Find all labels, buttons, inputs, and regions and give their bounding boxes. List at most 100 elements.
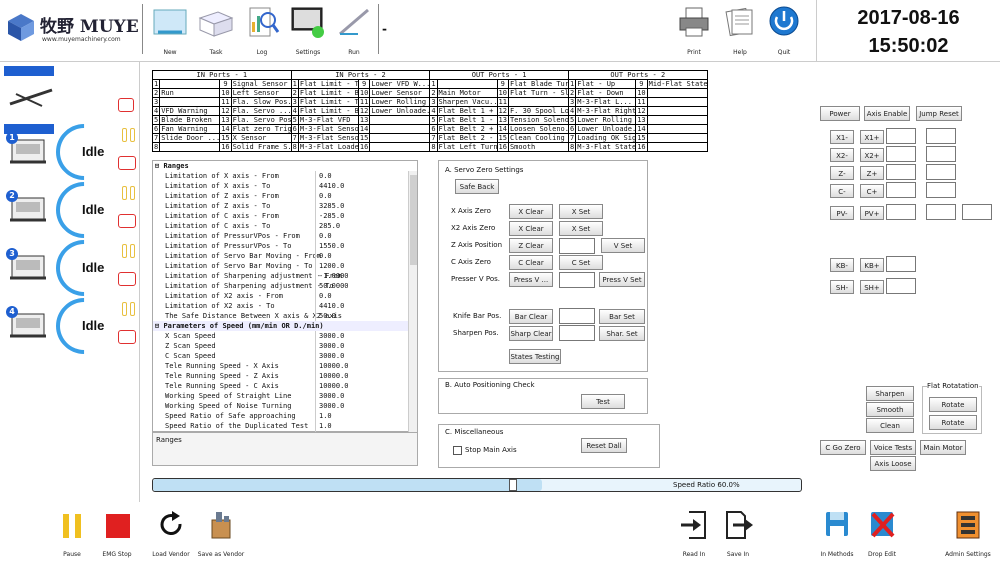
emergency-stop-button[interactable]: EMG Stop	[98, 508, 136, 560]
jog-position-field[interactable]	[886, 204, 916, 220]
parameter-value[interactable]: 3000.0	[315, 391, 395, 401]
jog-button[interactable]: X1-	[830, 130, 854, 144]
power-button[interactable]: Power	[820, 106, 860, 121]
jog-position-field[interactable]	[886, 128, 916, 144]
help-button[interactable]: Help	[716, 4, 764, 56]
parameter-value[interactable]: 3000.0	[315, 341, 395, 351]
parameter-value[interactable]: 3000.0	[315, 401, 395, 411]
print-button[interactable]: Print	[670, 4, 718, 56]
parameter-value[interactable]: 10000.0	[315, 381, 395, 391]
parameter-row[interactable]: X Scan Speed 3000.0	[153, 331, 417, 341]
scrollbar-thumb[interactable]	[410, 175, 417, 265]
rotate-button[interactable]: Rotate	[929, 397, 977, 412]
z-position-field[interactable]	[559, 238, 595, 254]
axis-loose-button[interactable]: Axis Loose	[870, 456, 916, 471]
axis-4-status[interactable]: 4 Idle	[4, 286, 138, 366]
parameter-row[interactable]: Limitation of X2 axis - From 0.0	[153, 291, 417, 301]
parameter-value[interactable]: 285.0	[315, 221, 395, 231]
save-in-button[interactable]: Save In	[718, 508, 758, 560]
parameter-value[interactable]: 1550.0	[315, 241, 395, 251]
presser-position-field[interactable]	[559, 272, 595, 288]
parameter-value[interactable]: 10000.0	[315, 371, 395, 381]
main-motor-button[interactable]: Main Motor	[920, 440, 966, 455]
jog-button[interactable]: Z+	[860, 166, 884, 180]
sharpen-button[interactable]: Sharpen	[866, 386, 914, 401]
axis-3-status[interactable]: 3 Idle	[4, 228, 138, 308]
c-clear-button[interactable]: C Clear	[509, 255, 553, 270]
bar-clear-button[interactable]: Bar Clear	[509, 309, 553, 324]
drop-edit-button[interactable]: Drop Edit	[860, 508, 904, 560]
v-set-button[interactable]: V Set	[601, 238, 645, 253]
c-set-button[interactable]: C Set	[559, 255, 603, 270]
parameter-value[interactable]: 3000.0	[315, 331, 395, 341]
jog-button[interactable]: KB+	[860, 258, 884, 272]
x2-set-button[interactable]: X Set	[559, 221, 603, 236]
parameter-row[interactable]: Limitation of PressurVPos - From 0.0	[153, 231, 417, 241]
x2-clear-button[interactable]: X Clear	[509, 221, 553, 236]
jog-position-field[interactable]	[926, 182, 956, 198]
parameter-row[interactable]: Speed Ratio of the Duplicated Test 1.0	[153, 421, 417, 431]
jog-position-field[interactable]	[886, 146, 916, 162]
settings-button[interactable]: Settings	[284, 4, 332, 56]
parameter-value[interactable]: 1.0	[315, 411, 395, 421]
jog-button[interactable]: X1+	[860, 130, 884, 144]
parameter-row[interactable]: Tele Running Speed - Z Axis 10000.0	[153, 371, 417, 381]
parameter-value[interactable]: 0.0	[315, 291, 395, 301]
sharp-clear-button[interactable]: Sharp Clear	[509, 326, 553, 341]
parameter-row[interactable]: Speed Ratio of Safe approaching 1.0	[153, 411, 417, 421]
parameter-value[interactable]: 0.0	[315, 191, 395, 201]
save-vendor-button[interactable]: Save as Vendor	[196, 508, 246, 560]
parameter-row[interactable]: Limitation of X axis - From 0.0	[153, 171, 417, 181]
quit-button[interactable]: Quit	[760, 4, 808, 56]
parameter-row[interactable]: Tele Running Speed - X Axis 10000.0	[153, 361, 417, 371]
test-button[interactable]: Test	[581, 394, 625, 409]
jog-button[interactable]: X2-	[830, 148, 854, 162]
parameter-row[interactable]: Working Speed of Noise Turning 3000.0	[153, 401, 417, 411]
jog-position-field[interactable]	[962, 204, 992, 220]
log-button[interactable]: Log	[238, 4, 286, 56]
smooth-button[interactable]: Smooth	[866, 402, 914, 417]
parameter-row[interactable]: Limitation of Sharpening adjustment - Fr…	[153, 271, 417, 281]
task-button[interactable]: Task	[192, 4, 240, 56]
parameter-value[interactable]: -1.0000	[315, 271, 395, 281]
parameter-row[interactable]: Limitation of X2 axis - To 4410.0	[153, 301, 417, 311]
parameter-value[interactable]: 4410.0	[315, 181, 395, 191]
speed-ratio-bar[interactable]: Speed Ratio 60.0%	[152, 478, 802, 492]
parameter-value[interactable]: 10000.0	[315, 361, 395, 371]
jog-button[interactable]: Z-	[830, 166, 854, 180]
sharp-set-button[interactable]: Shar. Set	[599, 326, 645, 341]
jog-button[interactable]: C-	[830, 184, 854, 198]
knife-bar-field[interactable]	[559, 308, 595, 324]
jog-button[interactable]: SH+	[860, 280, 884, 294]
parameter-value[interactable]: 0.0	[315, 251, 395, 261]
c-go-zero-button[interactable]: C Go Zero	[820, 440, 866, 455]
parameter-row[interactable]: Limitation of Z axis - From 0.0	[153, 191, 417, 201]
parameter-value[interactable]: 1200.0	[315, 261, 395, 271]
press-v-clear-button[interactable]: Press V ...	[509, 272, 553, 287]
parameter-value[interactable]: 50.0	[315, 311, 395, 321]
parameter-value[interactable]: 1.0	[315, 421, 395, 431]
z-clear-button[interactable]: Z Clear	[509, 238, 553, 253]
parameter-row[interactable]: Limitation of Servo Bar Moving - To 1200.…	[153, 261, 417, 271]
jog-button[interactable]: PV-	[830, 206, 854, 220]
jog-button[interactable]: SH-	[830, 280, 854, 294]
parameter-row[interactable]: Limitation of X axis - To 4410.0	[153, 181, 417, 191]
jog-position-field[interactable]	[886, 278, 916, 294]
jog-position-field[interactable]	[886, 182, 916, 198]
jog-button[interactable]: C+	[860, 184, 884, 198]
parameter-row[interactable]: Limitation of Z axis - To 3285.0	[153, 201, 417, 211]
parameter-value[interactable]: 0.0	[315, 171, 395, 181]
voice-tests-button[interactable]: Voice Tests	[870, 440, 916, 455]
parameter-row[interactable]: Limitation of C axis - To 285.0	[153, 221, 417, 231]
reset-dall-button[interactable]: Reset Dall	[581, 438, 627, 453]
jog-position-field[interactable]	[926, 204, 956, 220]
parameter-value[interactable]: 4410.0	[315, 301, 395, 311]
parameter-row[interactable]: Limitation of PressurVPos - To 1550.0	[153, 241, 417, 251]
parameter-row[interactable]: Working Speed of Straight Line 3000.0	[153, 391, 417, 401]
axis-2-status[interactable]: 2 Idle	[4, 170, 138, 250]
rotate-button-2[interactable]: Rotate	[929, 415, 977, 430]
parameter-row[interactable]: The Safe Distance Between X axis & X2 ax…	[153, 311, 417, 321]
jog-button[interactable]: X2+	[860, 148, 884, 162]
parameter-row[interactable]: C Scan Speed 3000.0	[153, 351, 417, 361]
x-set-button[interactable]: X Set	[559, 204, 603, 219]
